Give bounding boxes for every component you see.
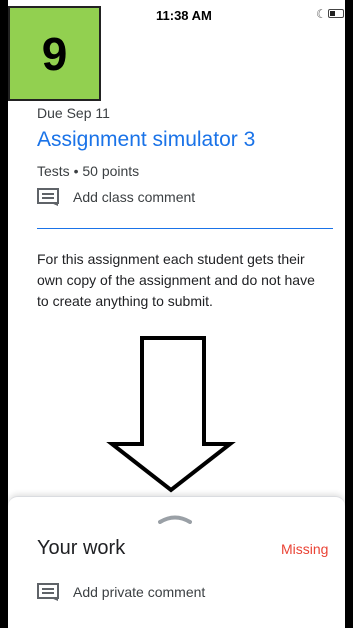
assignment-description: For this assignment each student gets th… xyxy=(37,251,315,309)
assignment-title: Assignment simulator 3 xyxy=(37,128,256,151)
phone-frame-right xyxy=(345,0,353,628)
step-number-badge: 9 xyxy=(8,6,101,101)
down-arrow-icon xyxy=(106,336,236,493)
add-private-comment-button[interactable]: Add private comment xyxy=(37,581,205,603)
due-date: Due Sep 11 xyxy=(37,105,110,121)
phone-frame-left xyxy=(0,0,8,628)
comment-icon xyxy=(37,188,59,206)
add-class-comment-button[interactable]: Add class comment xyxy=(37,186,195,208)
battery-icon xyxy=(328,9,344,18)
comment-icon xyxy=(37,583,59,601)
add-private-comment-label: Add private comment xyxy=(73,584,206,600)
your-work-title: Your work xyxy=(37,537,126,559)
chevron-up-icon[interactable] xyxy=(158,514,192,524)
section-divider xyxy=(37,228,333,229)
status-time: 11:38 AM xyxy=(156,8,212,23)
work-status-badge: Missing xyxy=(281,541,329,557)
add-class-comment-label: Add class comment xyxy=(73,189,196,205)
assignment-meta: Tests • 50 points xyxy=(37,163,140,179)
moon-icon: ☾ xyxy=(316,7,327,21)
